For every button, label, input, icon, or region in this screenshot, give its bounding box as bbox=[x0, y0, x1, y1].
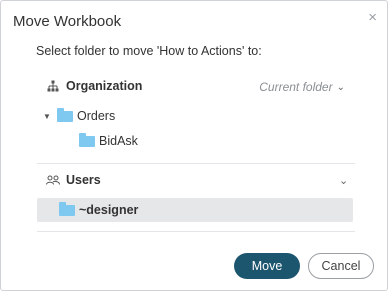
organization-label: Organization bbox=[66, 79, 143, 93]
caret-down-icon[interactable]: ▼ bbox=[43, 112, 57, 121]
current-folder-label: Current folder bbox=[259, 80, 333, 94]
tree-item-label: BidAsk bbox=[99, 134, 138, 148]
instruction-text: Select folder to move 'How to Actions' t… bbox=[36, 44, 262, 58]
section-divider bbox=[37, 231, 355, 232]
chevron-down-icon[interactable]: ⌄ bbox=[339, 174, 348, 187]
tree-item-bidask[interactable]: BidAsk bbox=[79, 132, 138, 148]
org-tree-icon bbox=[46, 80, 60, 92]
organization-header[interactable]: Organization bbox=[46, 79, 142, 93]
cancel-button[interactable]: Cancel bbox=[308, 253, 374, 279]
section-divider bbox=[37, 163, 355, 164]
current-folder-dropdown[interactable]: Current folder ⌄ bbox=[259, 80, 345, 94]
move-button[interactable]: Move bbox=[234, 253, 300, 279]
tree-item-label: ~designer bbox=[79, 203, 139, 217]
folder-icon bbox=[59, 201, 75, 216]
tree-item-designer[interactable]: ~designer bbox=[59, 201, 139, 217]
dialog-title: Move Workbook bbox=[13, 13, 122, 30]
tree-item-orders[interactable]: ▼ Orders bbox=[43, 107, 116, 123]
folder-icon bbox=[79, 132, 95, 147]
chevron-down-icon: ⌄ bbox=[336, 81, 345, 93]
users-header[interactable]: Users bbox=[46, 173, 101, 187]
close-icon[interactable]: × bbox=[368, 9, 377, 27]
folder-icon bbox=[57, 107, 73, 122]
users-label: Users bbox=[66, 173, 101, 187]
move-workbook-dialog: Move Workbook × Select folder to move 'H… bbox=[0, 0, 388, 291]
users-icon bbox=[46, 175, 60, 185]
tree-item-label: Orders bbox=[77, 109, 116, 123]
